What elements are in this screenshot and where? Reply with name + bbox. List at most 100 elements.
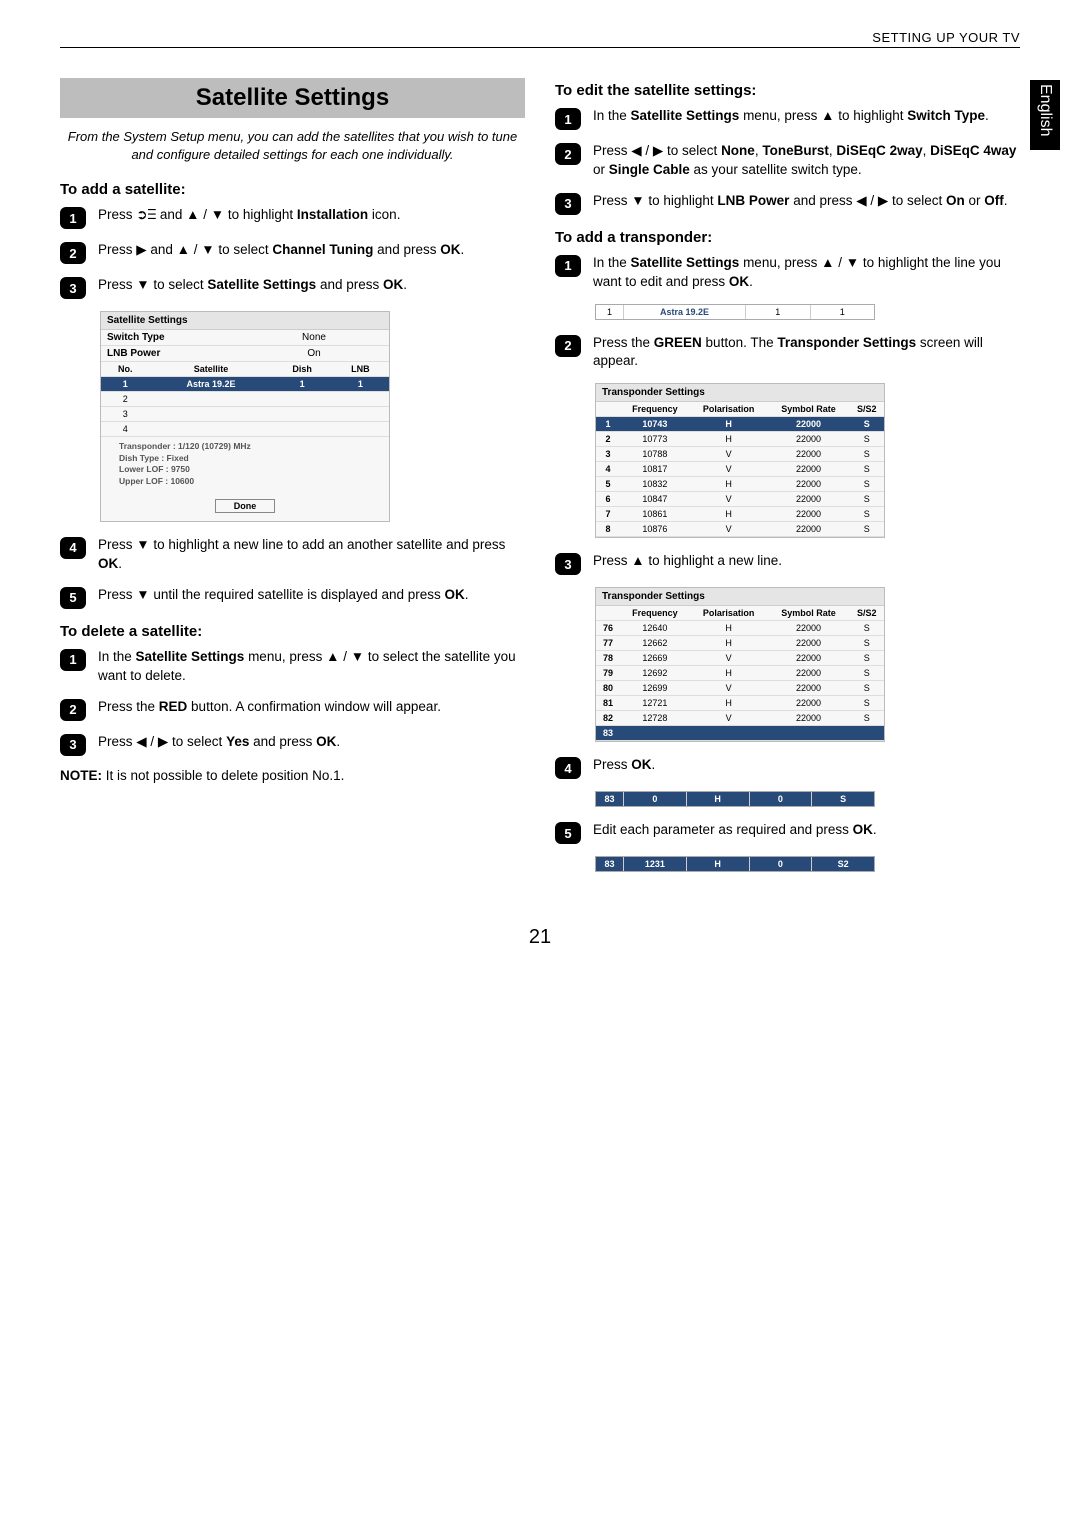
add-sat-step-4: 4 Press ▼ to highlight a new line to add…	[60, 536, 525, 574]
edit-sat-step-3: 3 Press ▼ to highlight LNB Power and pre…	[555, 192, 1020, 215]
text: Press ◀ / ▶ to select	[593, 143, 721, 158]
cell: 3	[101, 407, 150, 422]
text-bold: RED	[159, 699, 188, 714]
satellite-settings-panel: Satellite Settings Switch Type None LNB …	[100, 311, 390, 522]
switch-type-row: Switch Type None	[101, 330, 389, 346]
text-bold: Satellite Settings	[207, 277, 316, 292]
page-number: 21	[60, 926, 1020, 949]
cell: 1	[596, 305, 624, 319]
del-sat-step-2: 2 Press the RED button. A confirmation w…	[60, 698, 525, 721]
text: or	[593, 162, 609, 177]
text: .	[460, 242, 464, 257]
step-number-icon: 3	[60, 277, 86, 299]
text-bold: ToneBurst	[762, 143, 829, 158]
footer-line: Lower LOF : 9750	[119, 464, 379, 475]
new-transponder-strip: 83 0 H 0 S	[595, 791, 875, 807]
text: Press ▶ and ▲ / ▼ to select	[98, 242, 272, 257]
text-bold: GREEN	[654, 335, 702, 350]
step-number-icon: 1	[555, 108, 581, 130]
step-number-icon: 1	[555, 255, 581, 277]
left-column: Satellite Settings From the System Setup…	[60, 78, 525, 886]
done-button: Done	[215, 499, 275, 513]
table-row: 3	[101, 407, 389, 422]
col-header: Satellite	[150, 362, 273, 377]
text: .	[465, 587, 469, 602]
add-tp-step-3: 3 Press ▲ to highlight a new line.	[555, 552, 1020, 575]
delete-note: NOTE: It is not possible to delete posit…	[60, 768, 525, 783]
col-header: No.	[101, 362, 150, 377]
cell: 0	[624, 792, 687, 806]
text: .	[985, 108, 989, 123]
table-row: 1 Astra 19.2E 1 1	[101, 377, 389, 392]
add-tp-step-4: 4 Press OK.	[555, 756, 1020, 779]
text: and press	[316, 277, 383, 292]
text: Press ◀ / ▶ to select	[98, 734, 226, 749]
text: Press ▼ until the required satellite is …	[98, 587, 445, 602]
col-header: Dish	[273, 362, 332, 377]
text-bold: Off	[984, 193, 1004, 208]
delete-satellite-heading: To delete a satellite:	[60, 623, 525, 640]
cell: 1	[273, 377, 332, 392]
cell: 0	[750, 792, 813, 806]
text-bold: OK	[853, 822, 873, 837]
text: or	[965, 193, 985, 208]
footer-line: Transponder : 1/120 (10729) MHz	[119, 441, 379, 452]
panel-title: Transponder Settings	[596, 384, 884, 402]
step-number-icon: 3	[555, 553, 581, 575]
menu-icon: ➲Ⲷ	[136, 207, 156, 222]
del-sat-step-3: 3 Press ◀ / ▶ to select Yes and press OK…	[60, 733, 525, 756]
text: ,	[923, 143, 931, 158]
text-bold: OK	[98, 556, 118, 571]
step-number-icon: 1	[60, 649, 86, 671]
text: .	[118, 556, 122, 571]
text: and press	[249, 734, 316, 749]
text-bold: Installation	[297, 207, 368, 222]
text: and press ◀ / ▶ to select	[789, 193, 946, 208]
add-transponder-heading: To add a transponder:	[555, 229, 1020, 246]
cell: S	[812, 792, 874, 806]
text-bold: OK	[316, 734, 336, 749]
step-number-icon: 3	[555, 193, 581, 215]
text: Press the	[98, 699, 159, 714]
cell: 2	[101, 392, 150, 407]
text: Press	[98, 207, 136, 222]
text: .	[403, 277, 407, 292]
cell: 1	[746, 305, 811, 319]
step-number-icon: 5	[555, 822, 581, 844]
add-sat-step-5: 5 Press ▼ until the required satellite i…	[60, 586, 525, 609]
text: Press ▼ to select	[98, 277, 207, 292]
text-bold: Switch Type	[907, 108, 985, 123]
text-bold: On	[946, 193, 965, 208]
footer-line: Dish Type : Fixed	[119, 453, 379, 464]
panel-footer: Transponder : 1/120 (10729) MHz Dish Typ…	[101, 437, 389, 493]
text: icon.	[368, 207, 400, 222]
cell: Astra 19.2E	[624, 305, 746, 319]
cell: 0	[750, 857, 813, 871]
add-sat-step-1: 1 Press ➲Ⲷ and ▲ / ▼ to highlight Instal…	[60, 206, 525, 229]
language-tab: English	[1030, 80, 1060, 150]
cell: Astra 19.2E	[150, 377, 273, 392]
text: .	[336, 734, 340, 749]
cell: 1	[332, 377, 389, 392]
text-bold: OK	[383, 277, 403, 292]
del-sat-step-1: 1 In the Satellite Settings menu, press …	[60, 648, 525, 686]
text: .	[1004, 193, 1008, 208]
label: Switch Type	[107, 332, 245, 343]
text-bold: DiSEqC 2way	[836, 143, 922, 158]
step-number-icon: 3	[60, 734, 86, 756]
text: and press	[373, 242, 440, 257]
text: .	[873, 822, 877, 837]
step-number-icon: 2	[555, 143, 581, 165]
text: button. The	[702, 335, 778, 350]
cell: 83	[596, 857, 624, 871]
text-bold: OK	[440, 242, 460, 257]
text: In the	[593, 255, 631, 270]
text: Edit each parameter as required and pres…	[593, 822, 853, 837]
text-bold: Channel Tuning	[272, 242, 373, 257]
step-number-icon: 2	[60, 699, 86, 721]
add-tp-step-1: 1 In the Satellite Settings menu, press …	[555, 254, 1020, 292]
text-bold: Transponder Settings	[777, 335, 916, 350]
panel-title: Transponder Settings	[596, 588, 884, 606]
panel-title: Satellite Settings	[101, 312, 389, 330]
right-column: To edit the satellite settings: 1 In the…	[555, 78, 1020, 886]
